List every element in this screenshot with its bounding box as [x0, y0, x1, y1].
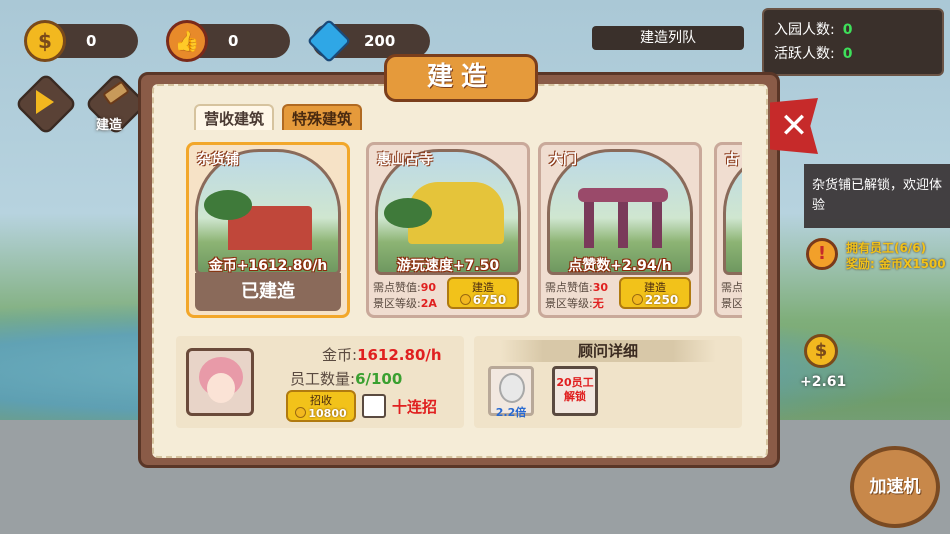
active-label: 活跃人数: [774, 46, 835, 62]
building-card-temple[interactable]: 惠山古寺 游玩速度+7.50 需点赞值:90 景区等级:2A 建造 6750 [366, 142, 530, 318]
tab-revenue-buildings[interactable]: 营收建筑 [194, 104, 275, 130]
staff-count-row: 员工数量:6/100 [290, 368, 402, 389]
advisor-title: 顾问详细 [500, 340, 716, 362]
coin-rate-label: 金币: [322, 346, 358, 364]
visitors-value: 0 [842, 22, 853, 38]
task-title: 拥有员工(6/6) [846, 241, 927, 255]
coin-icon [295, 407, 307, 418]
task-info[interactable]: 拥有员工(6/6) 奖励: 金币X1500 [846, 240, 946, 272]
ten-hire-label: 十连招 [392, 398, 438, 416]
tab-special-buildings[interactable]: 特殊建筑 [282, 104, 363, 130]
gate-pillar [584, 202, 594, 248]
advisor-multiplier: 2.2倍 [495, 406, 527, 419]
gate-pillar [618, 202, 628, 248]
coin-icon [459, 294, 471, 305]
coin-icon: $ [24, 20, 66, 62]
play-icon [36, 90, 54, 114]
likes-requirement: 需点赞值:30 [545, 281, 609, 294]
building-yield: 游玩速度+7.50 [396, 258, 500, 274]
hire-button[interactable]: 招收 10800 [286, 390, 356, 422]
gate-pillar [652, 202, 662, 248]
building-card-grocery[interactable]: 杂货铺 金币+1612.80/h 已建造 [186, 142, 350, 318]
build-button[interactable]: 建造 2250 [619, 277, 691, 309]
hire-label: 招收 [310, 394, 332, 407]
build-cost: 6750 [472, 293, 507, 307]
modal-title: 建造 [384, 54, 538, 102]
build-cost: 2250 [644, 293, 679, 307]
gate-roof [578, 188, 668, 202]
advisor-slot-locked[interactable]: 20员工解锁 [552, 366, 598, 416]
build-button[interactable]: 建造 6750 [447, 277, 519, 309]
advisor-portrait [499, 373, 525, 403]
building-card-list[interactable]: 杂货铺 金币+1612.80/h 已建造 惠山古寺 游玩速度+7.50 需点赞值… [174, 134, 742, 326]
staff-avatar [186, 348, 254, 416]
building-name: 古 [725, 152, 739, 168]
staff-count-label: 员工数量: [290, 370, 356, 388]
coin-value: 0 [86, 32, 97, 50]
building-name: 大门 [549, 152, 577, 168]
coin-icon [631, 294, 643, 305]
level-requirement: 景区等级:无 [545, 297, 604, 310]
level-requirement: 景区 [721, 297, 742, 310]
level-requirement: 景区等级:2A [373, 297, 437, 310]
hire-cost: 10800 [308, 407, 347, 420]
visitors-label: 入园人数: [774, 22, 835, 38]
ten-hire-checkbox[interactable] [362, 394, 386, 418]
likes-value: 0 [228, 32, 239, 50]
likes-requirement: 需点 [721, 281, 742, 294]
coin-counter[interactable]: $ 0 [24, 20, 138, 62]
building-name: 杂货铺 [197, 152, 239, 168]
gem-value: 200 [364, 32, 396, 50]
park-stats-panel: 入园人数: 0 活跃人数: 0 [762, 8, 944, 76]
building-yield: 金币+1612.80/h [208, 258, 328, 274]
likes-requirement: 需点赞值:90 [373, 281, 437, 294]
coin-rate-row: 金币:1612.80/h [322, 344, 442, 365]
gem-counter[interactable]: 200 [306, 18, 430, 64]
building-card-gate[interactable]: 大门 点赞数+2.94/h 需点赞值:30 景区等级:无 建造 2250 [538, 142, 702, 318]
building-name: 惠山古寺 [377, 152, 433, 168]
floating-coin-icon[interactable]: $ [804, 334, 838, 368]
coin-rate-value: 1612.80/h [357, 346, 442, 364]
tree-icon [384, 198, 432, 228]
active-value: 0 [842, 46, 853, 62]
floating-coin-value: +2.61 [800, 374, 847, 390]
avatar-face [207, 373, 235, 403]
tree-icon [204, 190, 252, 220]
likes-counter[interactable]: 👍 0 [166, 20, 290, 62]
built-status: 已建造 [195, 273, 341, 311]
task-reward: 奖励: 金币X1500 [846, 257, 946, 271]
thumbs-up-medal-icon: 👍 [166, 20, 208, 62]
speedup-gear-button[interactable]: 加速机 [850, 446, 940, 528]
build-queue-title[interactable]: 建造列队 [592, 26, 744, 50]
exclamation-icon[interactable]: ! [806, 238, 838, 270]
building-card-partial[interactable]: 古 需点 景区 [714, 142, 742, 318]
build-side-label: 建造 [96, 118, 123, 133]
unlock-notice: 杂货铺已解锁，欢迎体验 [804, 164, 950, 228]
staff-count-value: 6/100 [355, 370, 403, 388]
building-yield: 点赞数+2.94/h [568, 258, 672, 274]
